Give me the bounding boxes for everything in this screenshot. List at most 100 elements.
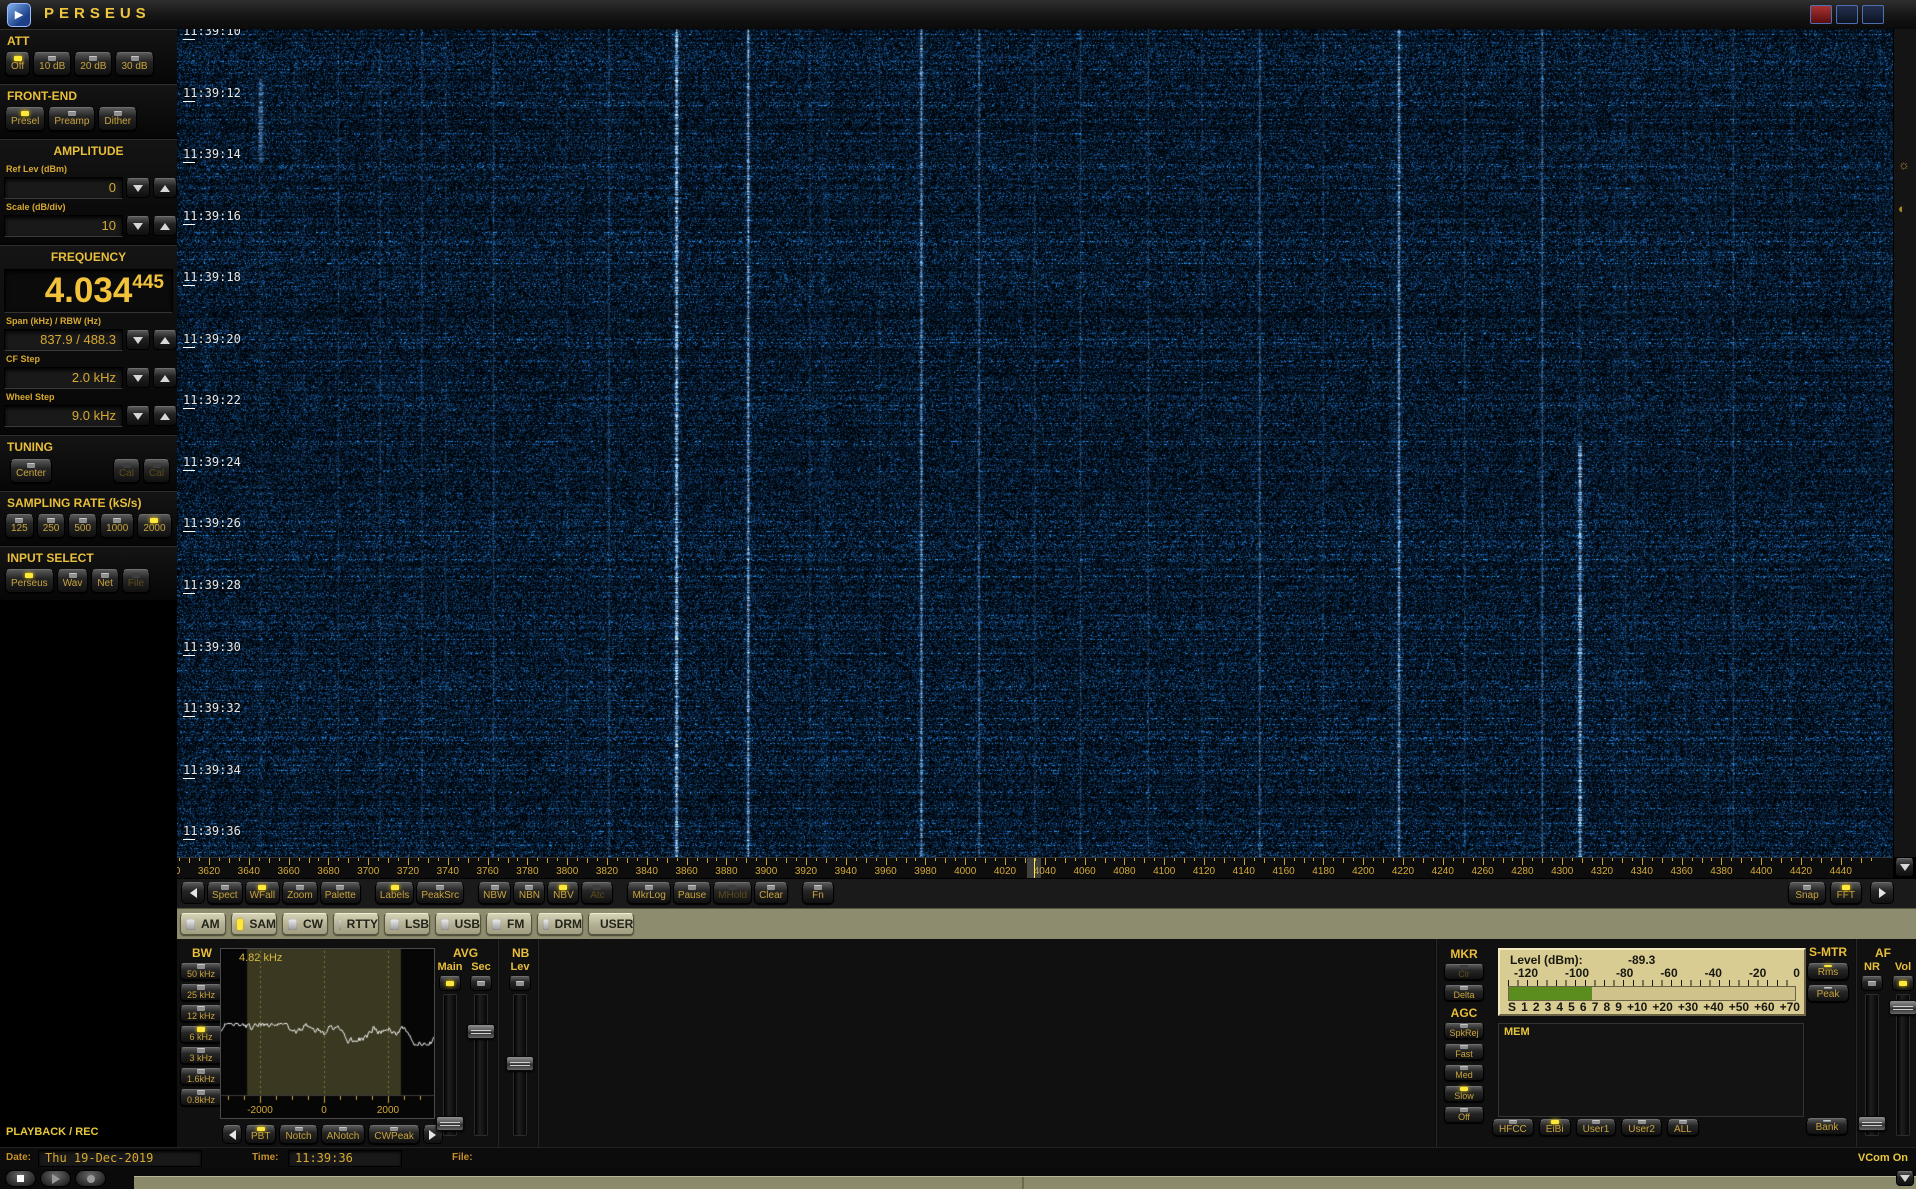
250-button[interactable]: 250 — [37, 514, 66, 538]
hfcc-button[interactable]: HFCC — [1492, 1119, 1534, 1136]
drm-button[interactable]: DRM — [537, 913, 583, 935]
fft-button[interactable]: FFT — [1830, 882, 1862, 904]
sam-button[interactable]: SAM — [231, 913, 277, 935]
span-down-button[interactable] — [126, 330, 150, 350]
off-button[interactable]: Off — [5, 52, 30, 76]
window-maximize-button[interactable] — [1862, 5, 1884, 24]
zoom-button[interactable]: Zoom — [282, 882, 318, 904]
palette-button[interactable]: Palette — [320, 882, 361, 904]
lsb-button[interactable]: LSB — [384, 913, 430, 935]
am-button[interactable]: AM — [180, 913, 226, 935]
preamp-button[interactable]: Preamp — [48, 107, 95, 131]
waterfall-display[interactable]: 11:39:1011:39:1211:39:1411:39:1611:39:18… — [177, 29, 1893, 857]
eibi-button[interactable]: EiBi — [1539, 1119, 1571, 1136]
cf-step-up-button[interactable] — [153, 368, 177, 388]
frequency-display[interactable]: 4.034445 — [4, 269, 173, 313]
25-khz-button[interactable]: 25 kHz — [180, 984, 222, 1001]
labels-button[interactable]: Labels — [375, 882, 414, 904]
corner-scroll-button[interactable] — [1896, 1171, 1914, 1186]
sec-slider-track[interactable] — [474, 994, 488, 1136]
perseus-button[interactable]: Perseus — [5, 569, 54, 593]
20-db-button[interactable]: 20 dB — [74, 52, 112, 76]
presel-button[interactable]: Presel — [5, 107, 45, 131]
cf-step-down-button[interactable] — [126, 368, 150, 388]
bank-button[interactable]: Bank — [1806, 1118, 1848, 1135]
cf-step-input[interactable]: 2.0 kHz — [4, 367, 123, 389]
10-db-button[interactable]: 10 dB — [33, 52, 71, 76]
main-slider-thumb[interactable] — [436, 1116, 464, 1131]
span-rbw-input[interactable]: 837.9 / 488.3 — [4, 329, 123, 351]
nr-slider-track[interactable] — [1865, 994, 1879, 1136]
3-khz-button[interactable]: 3 kHz — [180, 1047, 222, 1064]
window-close-button[interactable] — [1810, 5, 1832, 24]
wfall-button[interactable]: WFall — [245, 882, 281, 904]
peak-button[interactable]: Peak — [1807, 985, 1849, 1002]
500-button[interactable]: 500 — [68, 514, 97, 538]
fn-button[interactable]: Fn — [802, 882, 834, 904]
clear-button[interactable]: Clear — [754, 882, 788, 904]
1000-button[interactable]: 1000 — [100, 514, 134, 538]
rms-button[interactable]: Rms — [1807, 963, 1849, 980]
toolbar-scroll-left-button[interactable] — [181, 882, 205, 904]
cw-button[interactable]: CW — [282, 913, 328, 935]
nbn-button[interactable]: NBN — [513, 882, 545, 904]
all-button[interactable]: ALL — [1667, 1119, 1699, 1136]
fast-button[interactable]: Fast — [1444, 1044, 1484, 1060]
med-button[interactable]: Med — [1444, 1065, 1484, 1081]
fm-button[interactable]: FM — [486, 913, 532, 935]
lev-slider-track[interactable] — [513, 994, 527, 1136]
scale-up-button[interactable] — [153, 216, 177, 236]
user1-button[interactable]: User1 — [1576, 1119, 1617, 1136]
ref-lev-up-button[interactable] — [153, 178, 177, 198]
brightness-icon[interactable]: ☼ — [1898, 157, 1910, 172]
clr-button[interactable]: Clr — [1444, 964, 1484, 980]
spkrej-button[interactable]: SpkRej — [1444, 1023, 1484, 1039]
sec-slider-thumb[interactable] — [467, 1024, 495, 1039]
span-up-button[interactable] — [153, 330, 177, 350]
notch-button[interactable]: Notch — [279, 1125, 317, 1144]
playback-progress-bar[interactable] — [134, 1176, 1916, 1189]
ref-lev-down-button[interactable] — [126, 178, 150, 198]
usb-button[interactable]: USB — [435, 913, 481, 935]
anotch-button[interactable]: ANotch — [321, 1125, 366, 1144]
rtty-button[interactable]: RTTY — [333, 913, 379, 935]
file-button[interactable]: File — [122, 569, 150, 593]
mhold-button[interactable]: MHold — [713, 882, 752, 904]
net-button[interactable]: Net — [91, 569, 119, 593]
nbv-button[interactable]: NBV — [547, 882, 579, 904]
contrast-icon[interactable]: ◐ — [1898, 201, 1906, 216]
snap-button[interactable]: Snap — [1788, 882, 1825, 904]
0-8khz-button[interactable]: 0.8kHz — [180, 1089, 222, 1106]
user2-button[interactable]: User2 — [1621, 1119, 1662, 1136]
dither-button[interactable]: Dither — [98, 107, 137, 131]
passband-display[interactable]: 4.82 kHz -200002000 — [220, 948, 435, 1119]
vol-enable-button[interactable] — [1892, 976, 1914, 991]
ref-lev-input[interactable]: 0 — [4, 177, 123, 199]
delta-button[interactable]: Delta — [1444, 985, 1484, 1001]
wheel-step-up-button[interactable] — [153, 406, 177, 426]
125-button[interactable]: 125 — [5, 514, 34, 538]
window-minimize-button[interactable] — [1836, 5, 1858, 24]
atc-button[interactable]: Atc — [581, 882, 613, 904]
mkrlog-button[interactable]: MkrLog — [627, 882, 670, 904]
center-button[interactable]: Center — [10, 459, 52, 483]
nr-enable-button[interactable] — [1861, 976, 1883, 991]
frequency-scale[interactable]: 3600362036403660368037003720374037603780… — [177, 857, 1893, 879]
memory-panel[interactable]: MEM — [1498, 1023, 1804, 1117]
cal-button[interactable]: Cal — [113, 459, 140, 483]
6-khz-button[interactable]: 6 kHz — [180, 1026, 222, 1043]
spect-button[interactable]: Spect — [207, 882, 243, 904]
cal-button[interactable]: Cal — [143, 459, 170, 483]
main-enable-button[interactable] — [439, 976, 461, 991]
slow-button[interactable]: Slow — [1444, 1086, 1484, 1102]
2000-button[interactable]: 2000 — [137, 514, 171, 538]
scale-down-button[interactable] — [126, 216, 150, 236]
wheel-step-down-button[interactable] — [126, 406, 150, 426]
filter-scroll-left-button[interactable] — [222, 1125, 242, 1144]
off-button[interactable]: Off — [1444, 1107, 1484, 1123]
pause-button[interactable]: Pause — [673, 882, 711, 904]
vol-slider-track[interactable] — [1896, 994, 1910, 1136]
scale-input[interactable]: 10 — [4, 215, 123, 237]
toolbar-scroll-right-button[interactable] — [1870, 882, 1894, 904]
pbt-button[interactable]: PBT — [245, 1125, 276, 1144]
